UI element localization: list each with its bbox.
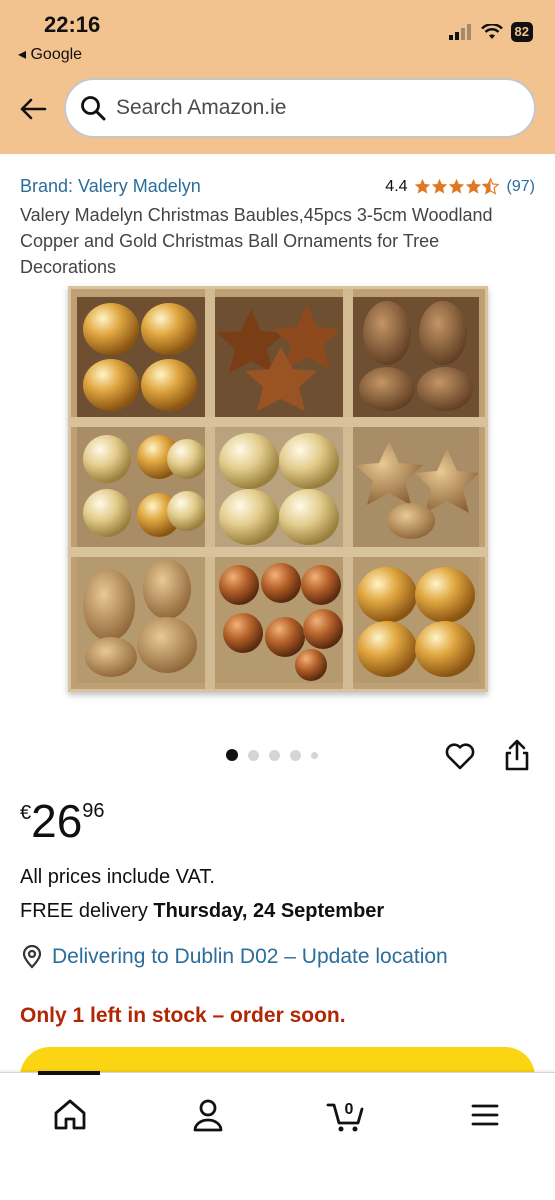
search-placeholder: Search Amazon.ie (116, 96, 287, 119)
price-fraction: 96 (82, 800, 105, 822)
home-icon[interactable] (50, 1095, 90, 1135)
status-bar: 22:16 ◂ Google 82 (0, 0, 555, 70)
price-currency: € (20, 802, 32, 824)
cellular-signal-icon (448, 24, 471, 40)
search-icon (81, 96, 106, 121)
carousel-dot[interactable] (269, 749, 280, 761)
carousel-dot[interactable] (248, 749, 259, 761)
search-header: Search Amazon.ie (0, 70, 555, 154)
status-icons: 82 (448, 22, 533, 42)
star-full-icon (431, 178, 447, 194)
rating-stars (414, 178, 499, 195)
price-whole: 26 (31, 795, 83, 847)
stock-warning: Only 1 left in stock – order soon. (20, 1004, 346, 1027)
star-full-icon (465, 178, 481, 194)
product-title: Valery Madelyn Christmas Baubles,45pcs 3… (20, 205, 493, 277)
active-tab-indicator (38, 1071, 100, 1075)
vat-note: All prices include VAT. (20, 866, 215, 888)
back-arrow-icon[interactable] (18, 94, 48, 124)
bottom-navigation: 0 (0, 1071, 555, 1200)
share-icon[interactable] (502, 738, 532, 772)
search-input[interactable]: Search Amazon.ie (64, 78, 536, 138)
rating[interactable]: 4.4 (97) (385, 178, 535, 196)
heart-icon[interactable] (444, 740, 476, 772)
star-full-icon (414, 178, 430, 194)
star-full-icon (448, 178, 464, 194)
cart-count: 0 (345, 1101, 354, 1118)
brand-rating-row: Brand: Valery Madelyn 4.4 (97) (20, 176, 535, 197)
carousel-dot[interactable] (311, 751, 318, 759)
delivery-info: FREE delivery Thursday, 24 September (20, 900, 384, 923)
account-icon[interactable] (188, 1095, 228, 1135)
delivery-date: Thursday, 24 September (153, 900, 385, 922)
menu-icon[interactable] (465, 1095, 505, 1135)
ornament-box-illustration (71, 289, 485, 689)
status-time: 22:16 (44, 12, 101, 37)
carousel-dot[interactable] (290, 749, 301, 761)
product-image[interactable] (68, 286, 488, 692)
rating-count-link[interactable]: (97) (507, 178, 535, 196)
wifi-icon (480, 24, 503, 39)
star-half-icon (481, 178, 499, 195)
carousel-dot[interactable] (226, 749, 238, 761)
back-to-google-link[interactable]: ◂ Google (18, 44, 82, 64)
location-link[interactable]: Delivering to Dublin D02 – Update locati… (20, 945, 448, 969)
location-pin-icon (22, 945, 42, 969)
battery-indicator: 82 (510, 22, 533, 42)
location-text[interactable]: Delivering to Dublin D02 – Update locati… (52, 945, 448, 969)
cart-icon[interactable]: 0 (326, 1095, 366, 1135)
image-carousel-dots[interactable] (226, 749, 318, 761)
brand-link[interactable]: Brand: Valery Madelyn (20, 176, 201, 197)
rating-value: 4.4 (385, 177, 408, 195)
delivery-prefix: FREE delivery (20, 900, 154, 922)
price: € 26 96 (20, 796, 105, 846)
